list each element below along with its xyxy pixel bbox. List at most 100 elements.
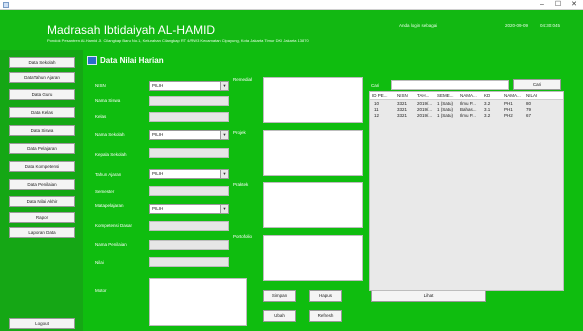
- sidebar-item-data-kelas[interactable]: Data Kelas: [9, 107, 75, 118]
- current-time: 04:30:045: [540, 23, 561, 28]
- tahun-ajaran-select[interactable]: PILIH ▼: [149, 169, 229, 179]
- table-cell: 2019/...: [417, 113, 433, 118]
- table-cell: 3.1: [484, 107, 491, 112]
- kelas-field[interactable]: [149, 112, 229, 122]
- table-cell: Bahas...: [460, 107, 477, 112]
- login-status: Anda login sebagai: [399, 23, 438, 28]
- table-cell: 1 (Satu): [437, 113, 454, 118]
- refresh-button[interactable]: Refresh: [309, 310, 342, 322]
- nama-penilaian-label: Nama Penilaian: [95, 242, 127, 247]
- chevron-down-icon: ▼: [220, 205, 228, 213]
- sidebar-item-data-siswa[interactable]: Data Siswa: [9, 125, 75, 136]
- app-title: Madrasah Ibtidaiyah AL-HAMID: [47, 23, 216, 37]
- semester-label: Semester: [95, 189, 115, 194]
- nama-siswa-label: Nama Siswa: [95, 98, 121, 103]
- remedial-label: Remedial: [233, 77, 253, 82]
- praktek-textarea[interactable]: [263, 182, 363, 228]
- table-cell: 3321: [397, 113, 408, 118]
- java-app-icon: [3, 2, 9, 8]
- simpan-button[interactable]: Simpan: [263, 290, 296, 302]
- sidebar-item-data-tahun-ajaran[interactable]: DataTahun Ajaran: [9, 72, 75, 83]
- maximize-icon[interactable]: ☐: [550, 0, 566, 10]
- sidebar-item-data-nilai-akhir[interactable]: Data Nilai Akhir: [9, 196, 75, 207]
- table-cell: 12: [374, 113, 380, 118]
- tahun-ajaran-select-value: PILIH: [152, 171, 164, 176]
- data-nilai-icon: [87, 56, 97, 65]
- table-cell: PH1: [504, 101, 513, 106]
- table-cell: 3.2: [484, 101, 491, 106]
- sidebar-item-data-pelajaran[interactable]: Data Pelajaran: [9, 143, 75, 154]
- minimize-icon[interactable]: –: [534, 0, 550, 10]
- column-header[interactable]: ID PE...: [372, 93, 392, 98]
- nilai-field[interactable]: [149, 257, 229, 267]
- sidebar: Data Sekolah DataTahun Ajaran Data Guru …: [0, 50, 83, 331]
- column-header[interactable]: SEME...: [437, 93, 457, 98]
- panel-header: Data Nilai Harian: [87, 56, 577, 66]
- chevron-down-icon: ▼: [220, 82, 228, 90]
- matapelajaran-label: Matapelajaran: [95, 203, 124, 208]
- school-address: Pondok Pesantren Al-Hamid Jl. Cilangkap …: [47, 38, 309, 43]
- table-cell: 2019/...: [417, 107, 433, 112]
- hapus-button[interactable]: Hapus: [309, 290, 342, 302]
- column-header[interactable]: TAH...: [417, 93, 435, 98]
- matapelajaran-select-value: PILIH: [152, 206, 164, 211]
- kelas-label: Kelas: [95, 114, 107, 119]
- nisn-label: NISN: [95, 83, 106, 88]
- column-header[interactable]: NISN: [397, 93, 413, 98]
- tahun-ajaran-label: Tahun Ajaran: [95, 172, 122, 177]
- portofolio-textarea[interactable]: [263, 235, 363, 281]
- table-cell: 1 (Satu): [437, 107, 454, 112]
- search-button[interactable]: Cari: [513, 79, 561, 90]
- kompetensi-dasar-label: Kompetensi Dasar: [95, 223, 133, 228]
- praktek-label: Praktek: [233, 182, 249, 187]
- logout-button[interactable]: Logout: [9, 318, 75, 329]
- main-panel: Data Nilai Harian NISN PILIH ▼ Nama Sisw…: [83, 50, 583, 331]
- nama-penilaian-field[interactable]: [149, 240, 229, 250]
- projek-textarea[interactable]: [263, 130, 363, 176]
- table-row[interactable]: 12 3321 2019/... 1 (Satu) Ilmu P... 3.2 …: [370, 113, 563, 119]
- table-cell: 11: [374, 107, 379, 112]
- current-date: 2020-09-09: [505, 23, 529, 28]
- remedial-textarea[interactable]: [263, 77, 363, 123]
- ubah-button[interactable]: Ubah: [263, 310, 296, 322]
- chevron-down-icon: ▼: [220, 131, 228, 139]
- column-header[interactable]: NAMA...: [504, 93, 524, 98]
- matapelajaran-select[interactable]: PILIH ▼: [149, 204, 229, 214]
- chevron-down-icon: ▼: [220, 170, 228, 178]
- nama-sekolah-select-value: PILIH: [152, 132, 164, 137]
- window-title-bar: – ☐ ✕: [0, 0, 583, 10]
- table-header: ID PE... NISN TAH... SEME... NAMA... KD …: [370, 92, 563, 100]
- sidebar-item-laporan-data[interactable]: Laporan Data: [9, 227, 75, 238]
- sidebar-item-data-kompetensi[interactable]: Data Kompetensi: [9, 161, 75, 172]
- app-header: Madrasah Ibtidaiyah AL-HAMID Pondok Pesa…: [0, 10, 583, 50]
- kepala-sekolah-label: Kepala Sekolah: [95, 152, 127, 157]
- search-input[interactable]: [391, 80, 509, 90]
- sidebar-item-data-guru[interactable]: Data Guru: [9, 89, 75, 100]
- kepala-sekolah-field[interactable]: [149, 148, 229, 158]
- sidebar-item-data-sekolah[interactable]: Data Sekolah: [9, 57, 75, 68]
- school-logo-icon: [3, 13, 41, 47]
- lihat-button[interactable]: Lihat: [371, 290, 486, 302]
- sidebar-item-rapor[interactable]: Rapor: [9, 212, 75, 223]
- table-cell: 3.2: [484, 113, 491, 118]
- nisn-select[interactable]: PILIH ▼: [149, 81, 229, 91]
- nisn-select-value: PILIH: [152, 83, 164, 88]
- nama-sekolah-select[interactable]: PILIH ▼: [149, 130, 229, 140]
- column-header[interactable]: NILAI: [526, 93, 542, 98]
- table-cell: PH2: [504, 113, 513, 118]
- cari-label: Cari: [371, 83, 380, 88]
- column-header[interactable]: KD: [484, 93, 494, 98]
- kompetensi-dasar-field[interactable]: [149, 221, 229, 231]
- table-cell: 79: [526, 107, 532, 112]
- nama-siswa-field[interactable]: [149, 96, 229, 106]
- sidebar-item-data-penilaian[interactable]: Data Penilaian: [9, 179, 75, 190]
- close-icon[interactable]: ✕: [566, 0, 582, 10]
- nama-sekolah-label: Nama Sekolah: [95, 132, 125, 137]
- semester-field[interactable]: [149, 186, 229, 196]
- motor-textarea[interactable]: [149, 278, 247, 326]
- table-cell: PH1: [504, 107, 513, 112]
- column-header[interactable]: NAMA...: [460, 93, 480, 98]
- table-cell: Ilmu P...: [460, 101, 476, 106]
- panel-title: Data Nilai Harian: [100, 56, 164, 65]
- nilai-table: ID PE... NISN TAH... SEME... NAMA... KD …: [369, 91, 564, 291]
